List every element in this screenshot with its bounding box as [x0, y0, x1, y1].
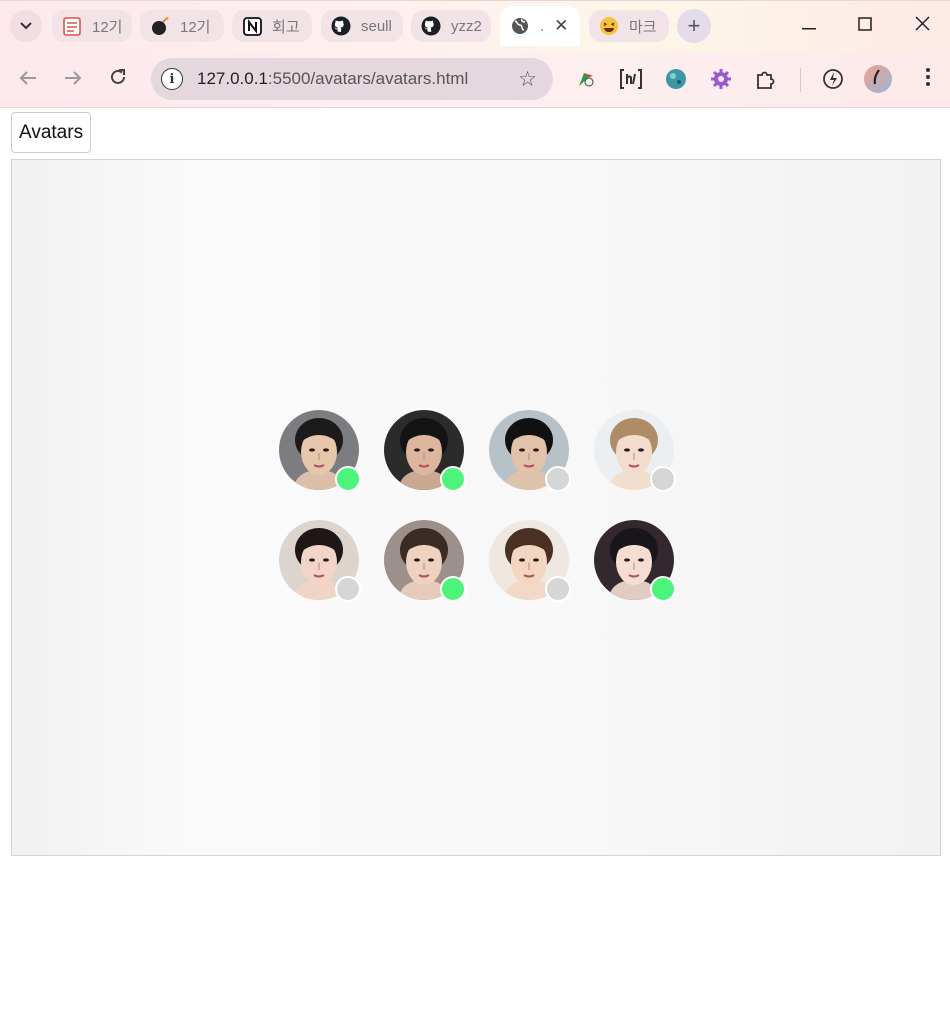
url-host: 127.0.0.1 [197, 69, 268, 88]
tab-3[interactable]: 회고 [232, 10, 312, 42]
extension-brackets-icon[interactable] [618, 66, 644, 92]
reload-button[interactable] [102, 64, 134, 96]
close-tab-icon[interactable]: ✕ [554, 16, 568, 36]
tab-3-title: 회고 [272, 18, 300, 36]
address-bar[interactable]: i 127.0.0.1:5500/avatars/avatars.html ☆ [151, 58, 553, 100]
status-offline-indicator [545, 576, 571, 602]
avatar-8[interactable] [594, 520, 676, 602]
status-online-indicator [440, 466, 466, 492]
url-path: :5500/avatars/avatars.html [267, 69, 469, 88]
profile-avatar[interactable] [864, 65, 892, 93]
avatar-3[interactable] [489, 410, 571, 492]
extensions-puzzle-icon[interactable] [753, 66, 779, 92]
status-online-indicator [650, 576, 676, 602]
profile-icon [871, 68, 885, 90]
arrow-left-icon [19, 69, 37, 92]
arrow-right-icon [64, 69, 82, 92]
github-icon [421, 16, 441, 36]
chevron-down-icon [20, 19, 32, 33]
laughing-emoji-icon [599, 16, 619, 36]
tab-search-button[interactable] [10, 10, 42, 42]
browser-menu-button[interactable] [915, 66, 941, 92]
status-offline-indicator [545, 466, 571, 492]
back-button[interactable] [12, 64, 44, 96]
avatar-stage [11, 159, 941, 856]
page-title[interactable]: Avatars [11, 112, 92, 153]
new-tab-button[interactable]: + [677, 9, 711, 43]
avatar-6[interactable] [384, 520, 466, 602]
performance-leaf-icon[interactable] [820, 66, 846, 92]
close-icon [914, 16, 930, 36]
tab-active-title: . [540, 17, 545, 35]
tab-1[interactable]: 12기 [52, 10, 132, 42]
page-viewport: Avatars [0, 109, 950, 1031]
status-offline-indicator [335, 576, 361, 602]
browser-toolbar: i 127.0.0.1:5500/avatars/avatars.html ☆ [0, 52, 950, 108]
forward-button[interactable] [57, 64, 89, 96]
site-info-icon[interactable]: i [161, 68, 183, 90]
tab-4[interactable]: seull [321, 10, 403, 42]
avatar-grid [279, 410, 679, 602]
tab-7[interactable]: 마크 [589, 10, 669, 42]
tab-strip: 12기 12기 회고 seull yzz2 . ✕ 마크 + [0, 0, 950, 52]
tab-2[interactable]: 12기 [140, 10, 224, 42]
status-online-indicator [440, 576, 466, 602]
plus-icon: + [687, 13, 701, 38]
tab-2-title: 12기 [180, 18, 211, 36]
github-icon [331, 16, 351, 36]
avatar-2[interactable] [384, 410, 466, 492]
reload-icon [109, 68, 127, 92]
url-text[interactable]: 127.0.0.1:5500/avatars/avatars.html [197, 69, 468, 89]
bomb-icon [150, 16, 170, 36]
toolbar-divider [800, 68, 801, 92]
notepad-icon [62, 16, 82, 36]
minimize-button[interactable] [794, 11, 824, 41]
avatar-5[interactable] [279, 520, 361, 602]
tab-7-title: 마크 [629, 18, 657, 36]
tab-active[interactable]: . ✕ [500, 6, 580, 46]
extension-color-icon[interactable] [573, 66, 599, 92]
maximize-icon [858, 16, 872, 36]
minimize-icon [802, 17, 816, 35]
close-window-button[interactable] [907, 11, 937, 41]
tab-1-title: 12기 [92, 18, 123, 36]
tab-5-title: yzz2 [451, 17, 482, 35]
kebab-menu-icon [926, 67, 930, 91]
avatar-7[interactable] [489, 520, 571, 602]
bookmark-star-icon[interactable]: ☆ [518, 67, 537, 92]
tab-5[interactable]: yzz2 [411, 10, 491, 42]
avatar-1[interactable] [279, 410, 361, 492]
maximize-button[interactable] [850, 11, 880, 41]
extension-globe-icon[interactable] [663, 66, 689, 92]
globe-icon [510, 16, 530, 36]
status-offline-indicator [650, 466, 676, 492]
status-online-indicator [335, 466, 361, 492]
avatar-4[interactable] [594, 410, 676, 492]
notion-icon [242, 16, 262, 36]
extension-gear-icon[interactable] [708, 66, 734, 92]
tab-4-title: seull [361, 17, 392, 35]
